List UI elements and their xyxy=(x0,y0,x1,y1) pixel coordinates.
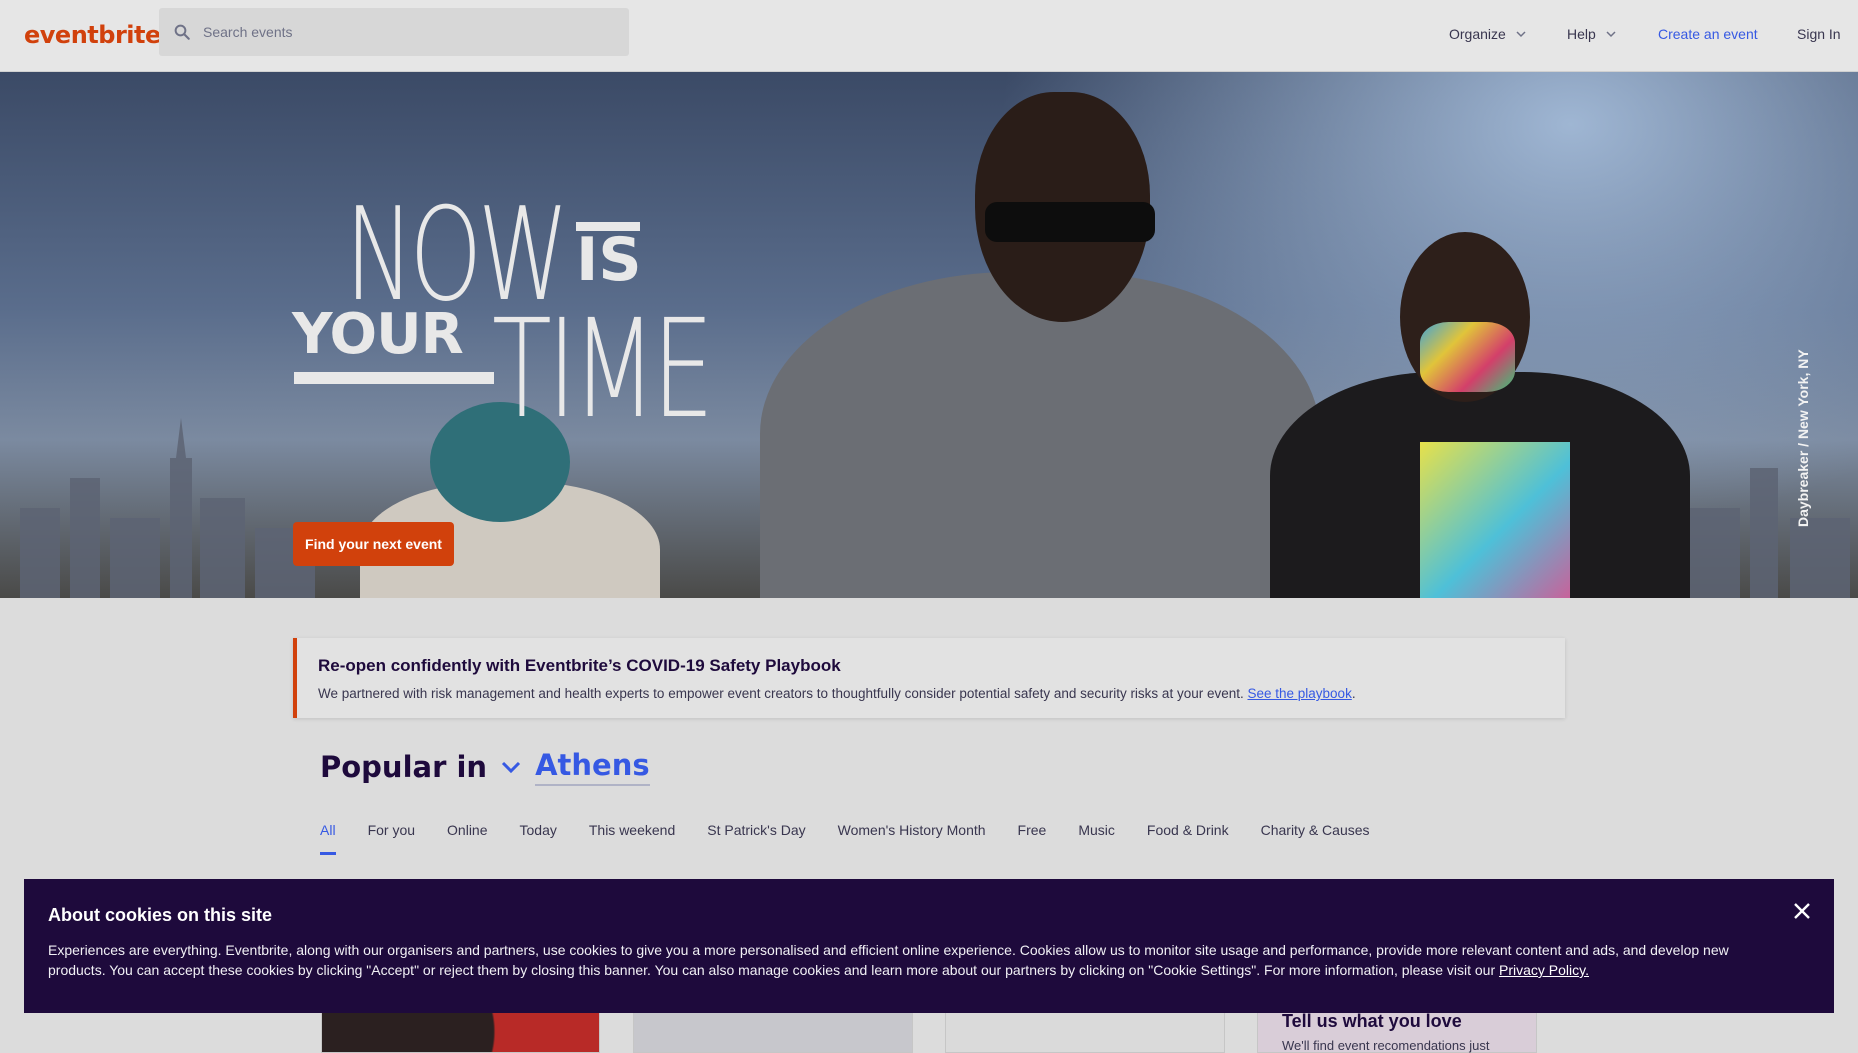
popular-in-location: Popular in Athens xyxy=(320,748,650,786)
nav-help[interactable]: Help xyxy=(1567,26,1616,42)
hero-person-sunglasses xyxy=(985,202,1155,242)
see-playbook-link[interactable]: See the playbook xyxy=(1247,686,1351,701)
hero-title-time: TIME xyxy=(492,291,714,449)
hero-person-2-mask xyxy=(1420,322,1515,392)
tab-online[interactable]: Online xyxy=(447,822,487,855)
find-next-event-button[interactable]: Find your next event xyxy=(293,522,454,566)
hero-person-2-shirt xyxy=(1420,442,1570,598)
tab-this-weekend[interactable]: This weekend xyxy=(589,822,675,855)
chevron-down-icon xyxy=(1516,31,1526,38)
cookie-banner-title: About cookies on this site xyxy=(48,905,273,925)
photo-credit: Daybreaker / New York, NY xyxy=(1795,349,1811,527)
sign-in-link[interactable]: Sign In xyxy=(1797,26,1841,42)
hero-title-is: IS xyxy=(576,225,642,295)
top-header: eventbrite Organize Help Create an event… xyxy=(0,0,1858,72)
category-tabs: All For you Online Today This weekend St… xyxy=(320,822,1402,855)
popular-in-label: Popular in xyxy=(320,750,488,784)
tab-music[interactable]: Music xyxy=(1078,822,1115,855)
nav-organize-label: Organize xyxy=(1449,26,1506,42)
cookie-banner: About cookies on this site Experiences a… xyxy=(24,879,1834,1013)
hero-title-underline xyxy=(294,372,494,384)
covid-playbook-banner: Re-open confidently with Eventbrite’s CO… xyxy=(293,638,1565,718)
search-input[interactable] xyxy=(203,24,603,40)
promo-card-title: Tell us what you love xyxy=(1282,1011,1462,1031)
eventbrite-logo[interactable]: eventbrite xyxy=(24,21,161,49)
covid-banner-body: We partnered with risk management and he… xyxy=(318,686,1248,701)
tab-for-you[interactable]: For you xyxy=(368,822,415,855)
location-selector[interactable]: Athens xyxy=(535,748,650,786)
covid-banner-suffix: . xyxy=(1351,686,1356,701)
tab-womens-history-month[interactable]: Women's History Month xyxy=(838,822,986,855)
promo-card-text: We'll find event recomendations just xyxy=(1282,1038,1490,1053)
search-bar[interactable] xyxy=(159,8,629,56)
nav-help-label: Help xyxy=(1567,26,1596,42)
tab-food-drink[interactable]: Food & Drink xyxy=(1147,822,1229,855)
privacy-policy-link[interactable]: Privacy Policy. xyxy=(1499,962,1589,978)
nav-organize[interactable]: Organize xyxy=(1449,26,1526,42)
close-cookie-banner-button[interactable] xyxy=(1790,899,1814,923)
close-icon xyxy=(1794,903,1810,919)
cookie-banner-text: Experiences are everything. Eventbrite, … xyxy=(48,940,1748,980)
covid-banner-text: We partnered with risk management and he… xyxy=(318,686,1565,701)
hero-title-your: YOUR xyxy=(292,302,464,367)
tab-all[interactable]: All xyxy=(320,822,336,855)
tab-free[interactable]: Free xyxy=(1018,822,1047,855)
hero-person-jacket xyxy=(760,272,1320,598)
tab-st-patricks-day[interactable]: St Patrick's Day xyxy=(707,822,805,855)
tab-today[interactable]: Today xyxy=(520,822,557,855)
covid-banner-title: Re-open confidently with Eventbrite’s CO… xyxy=(318,656,841,675)
search-icon xyxy=(174,24,190,40)
hero-banner: NOW IS YOUR TIME Find your next event Da… xyxy=(0,72,1858,598)
chevron-down-icon xyxy=(1606,31,1616,38)
create-event-link[interactable]: Create an event xyxy=(1658,26,1758,42)
tab-charity-causes[interactable]: Charity & Causes xyxy=(1261,822,1370,855)
chevron-down-icon[interactable] xyxy=(501,760,521,774)
cookie-banner-body: Experiences are everything. Eventbrite, … xyxy=(48,942,1729,978)
